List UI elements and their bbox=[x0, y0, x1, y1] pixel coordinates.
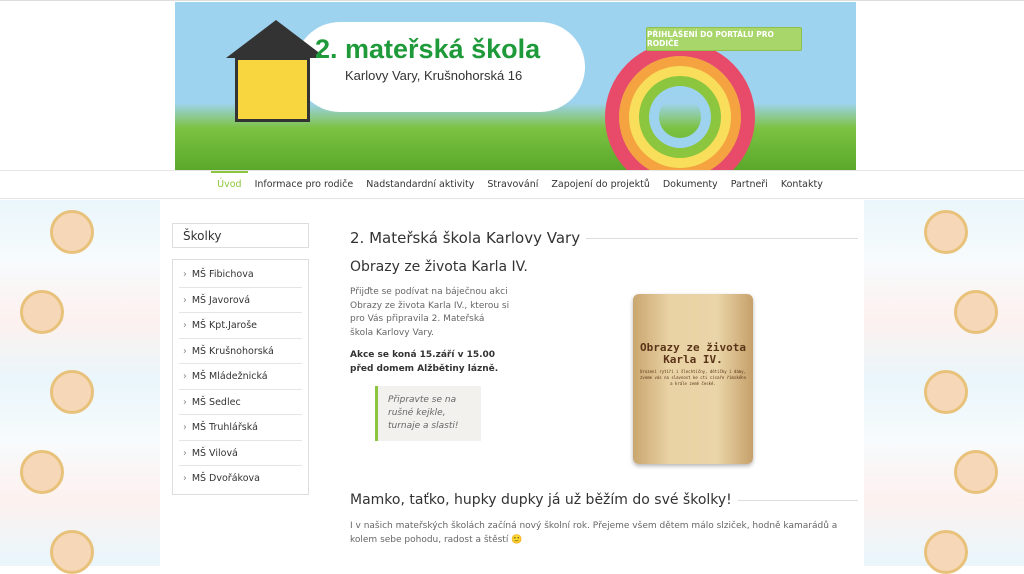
nav-nadstandardni[interactable]: Nadstandardní aktivity bbox=[360, 171, 481, 198]
nav-kontakty[interactable]: Kontakty bbox=[774, 171, 829, 198]
main-nav: Úvod Informace pro rodiče Nadstandardní … bbox=[0, 170, 1024, 199]
second-article-heading-text: Mamko, taťko, hupky dupky já už běžím do… bbox=[350, 492, 732, 508]
decorative-children-right bbox=[864, 200, 1024, 574]
sidebar-item[interactable]: › MŠ Fibichova bbox=[179, 262, 302, 288]
second-article-heading: Mamko, taťko, hupky dupky já už běžím do… bbox=[350, 492, 858, 508]
article-intro: Přijďte se podívat na báječnou akci Obra… bbox=[350, 287, 510, 338]
sidebar-item[interactable]: › MŠ Sedlec bbox=[179, 390, 302, 415]
parent-portal-login-button[interactable]: PŘIHLÁŠENÍ DO PORTÁLU PRO RODIČE bbox=[646, 27, 802, 51]
sidebar-item-label: MŠ Vilová bbox=[191, 447, 238, 459]
page-heading-text: 2. Mateřská škola Karlovy Vary bbox=[350, 229, 581, 247]
chevron-right-icon: › bbox=[183, 447, 187, 459]
sidebar-item-label: MŠ Truhlářská bbox=[191, 422, 258, 433]
sidebar-item-label: MŠ Kpt.Jaroše bbox=[191, 320, 257, 331]
event-poster-image[interactable]: Obrazy ze života Karla IV. Urozeni rytíř… bbox=[633, 294, 753, 464]
sidebar-item-label: MŠ Mládežnická bbox=[191, 371, 268, 382]
poster-text: Urozeni rytíři i šlechtičny, dětičky i d… bbox=[640, 369, 746, 386]
nav-informace[interactable]: Informace pro rodiče bbox=[248, 171, 360, 198]
sidebar-item[interactable]: › MŠ Krušnohorská bbox=[179, 339, 302, 364]
sidebar-item-label: MŠ Dvořákova bbox=[191, 473, 260, 484]
article-event-info: Akce se koná 15.září v 15.00 před domem … bbox=[350, 350, 499, 374]
chevron-right-icon: › bbox=[183, 320, 187, 331]
chevron-right-icon: › bbox=[183, 345, 187, 357]
chevron-right-icon: › bbox=[183, 473, 187, 484]
nav-projekty[interactable]: Zapojení do projektů bbox=[545, 171, 656, 198]
nav-partneri[interactable]: Partneři bbox=[724, 171, 774, 198]
sidebar-item-label: MŠ Krušnohorská bbox=[191, 345, 274, 357]
decorative-children-left bbox=[0, 200, 160, 574]
nav-uvod[interactable]: Úvod bbox=[210, 171, 249, 198]
sidebar-item-label: MŠ Javorová bbox=[191, 294, 251, 306]
sidebar-item-label: MŠ Fibichova bbox=[191, 269, 254, 280]
nav-stravovani[interactable]: Stravování bbox=[481, 171, 545, 198]
top-border bbox=[0, 0, 1024, 1]
rainbow-illustration bbox=[605, 42, 755, 170]
chevron-right-icon: › bbox=[183, 269, 187, 280]
sidebar-item[interactable]: › MŠ Kpt.Jaroše bbox=[179, 313, 302, 339]
chevron-right-icon: › bbox=[183, 396, 187, 408]
sidebar-title: Školky bbox=[172, 223, 309, 248]
site-title: 2. mateřská škola bbox=[315, 34, 541, 64]
nav-dokumenty[interactable]: Dokumenty bbox=[656, 171, 724, 198]
sidebar-item[interactable]: › MŠ Javorová bbox=[179, 288, 302, 313]
sidebar-item[interactable]: › MŠ Vilová bbox=[179, 441, 302, 466]
chevron-right-icon: › bbox=[183, 371, 187, 382]
house-illustration bbox=[226, 20, 326, 122]
sidebar-item[interactable]: › MŠ Dvořákova bbox=[179, 466, 302, 492]
page-heading: 2. Mateřská škola Karlovy Vary bbox=[350, 229, 858, 247]
header-banner[interactable]: 2. mateřská škola Karlovy Vary, Krušnoho… bbox=[175, 2, 856, 170]
sidebar-item[interactable]: › MŠ Truhlářská bbox=[179, 415, 302, 441]
article-quote: Připravte se na rušné kejkle, turnaje a … bbox=[375, 386, 481, 441]
chevron-right-icon: › bbox=[183, 422, 187, 433]
second-article-text: I v našich mateřských školách začíná nov… bbox=[350, 521, 838, 545]
sidebar-item-label: MŠ Sedlec bbox=[191, 396, 241, 408]
chevron-right-icon: › bbox=[183, 294, 187, 306]
poster-title: Obrazy ze života Karla IV. bbox=[640, 341, 746, 366]
site-subtitle: Karlovy Vary, Krušnohorská 16 bbox=[345, 68, 523, 83]
article-title[interactable]: Obrazy ze života Karla IV. bbox=[350, 259, 528, 275]
sidebar-item[interactable]: › MŠ Mládežnická bbox=[179, 364, 302, 390]
sidebar-list: › MŠ Fibichova › MŠ Javorová › MŠ Kpt.Jaroš… bbox=[172, 259, 309, 495]
